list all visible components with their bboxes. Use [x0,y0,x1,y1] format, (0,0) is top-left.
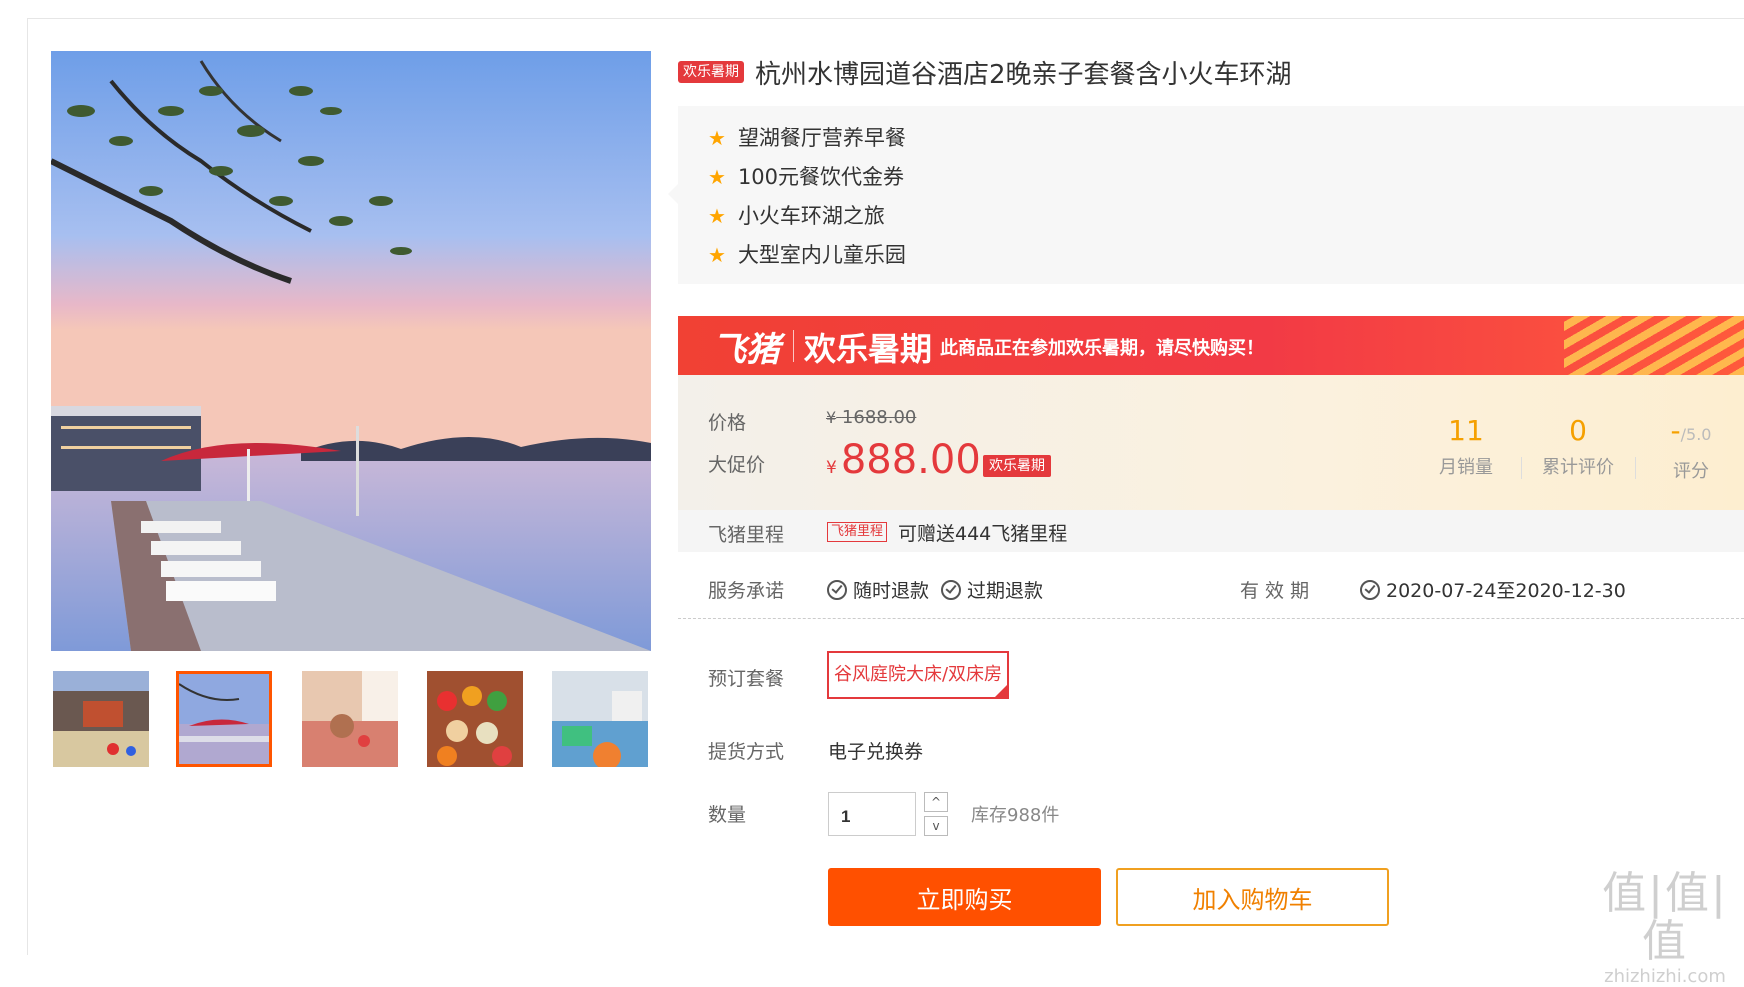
mileage-tag: 飞猪里程 [827,522,888,542]
promo-banner: 飞猪 欢乐暑期 此商品正在参加欢乐暑期，请尽快购买！ [678,316,1744,375]
quantity-label: 数量 [708,804,747,826]
add-to-cart-button[interactable]: 加入购物车 [1116,868,1389,926]
promo-decoration [1564,316,1744,375]
star-icon: ★ [708,204,726,228]
delivery-label: 提货方式 [708,741,785,763]
left-border [27,18,28,955]
thumbnail-1[interactable] [53,671,149,767]
promo-divider [793,330,794,362]
star-icon: ★ [708,165,726,189]
promo-text: 此商品正在参加欢乐暑期，请尽快购买！ [940,338,1264,359]
thumbnail-5[interactable] [552,671,648,767]
mileage-text: 可赠送444飞猪里程 [898,523,1068,545]
product-title: 杭州水博园道谷酒店2晚亲子套餐含小火车环湖 [755,60,1292,90]
buy-now-button[interactable]: 立即购买 [828,868,1101,926]
quantity-decrease-button[interactable]: v [924,816,948,836]
validity-label: 有 效 期 [1240,580,1310,602]
mileage-row: 飞猪里程 飞猪里程 可赠送444飞猪里程 [678,510,1744,552]
watermark-logo: 值|值|值 zhizhizhi.com [1602,868,1728,987]
original-price: ¥ 1688.00 [826,407,917,428]
promo-price-label: 大促价 [708,454,766,476]
main-product-image [51,51,651,651]
check-circle-icon [941,580,961,600]
star-icon: ★ [708,243,726,267]
highlight-item: ★ 望湖餐厅营养早餐 [708,126,906,150]
thumbnail-3[interactable] [302,671,398,767]
quantity-increase-button[interactable]: ^ [924,792,948,812]
price-box: 价格 ¥ 1688.00 大促价 ¥888.00 欢乐暑期 11 月销量 0 累… [678,375,1744,510]
stat-divider [1521,457,1522,479]
promo-tag: 欢乐暑期 [678,61,744,83]
check-circle-icon [827,580,847,600]
service-row: 服务承诺 随时退款 过期退款 有 效 期 2020-07-24至2020-12-… [678,552,1744,619]
highlight-item: ★ 大型室内儿童乐园 [708,243,906,267]
selected-corner-icon [994,684,1008,698]
package-label: 预订套餐 [708,668,785,690]
service-item-refund-expired: 过期退款 [941,576,1043,603]
promo-brand-logo: 飞猪 [712,330,780,370]
highlight-item: ★ 小火车环湖之旅 [708,204,885,228]
top-border [27,18,1744,19]
thumbnail-2[interactable] [176,671,272,767]
highlight-item: ★ 100元餐饮代金券 [708,165,905,189]
star-icon: ★ [708,126,726,150]
stock-text: 库存988件 [971,805,1060,826]
promo-price: ¥888.00 [826,437,981,483]
thumbnail-4[interactable] [427,671,523,767]
mileage-label: 飞猪里程 [708,524,785,546]
package-option-selected[interactable]: 谷风庭院大床/双床房 [827,651,1009,699]
stat-monthly-sales: 11 月销量 [1439,414,1493,479]
price-label: 价格 [708,412,747,434]
delivery-value: 电子兑换券 [828,741,924,763]
quantity-input[interactable] [828,792,916,836]
highlights-box: ★ 望湖餐厅营养早餐 ★ 100元餐饮代金券 ★ 小火车环湖之旅 ★ 大型室内儿童乐园 [668,106,1744,284]
stat-rating: -/5.0 评分 [1670,414,1712,483]
validity-value: 2020-07-24至2020-12-30 [1360,576,1626,603]
service-label: 服务承诺 [708,580,785,602]
check-circle-icon [1360,580,1380,600]
promo-title: 欢乐暑期 [804,330,933,368]
service-item-refund-anytime: 随时退款 [827,576,929,603]
stat-reviews[interactable]: 0 累计评价 [1523,415,1633,479]
price-promo-badge: 欢乐暑期 [983,455,1051,477]
